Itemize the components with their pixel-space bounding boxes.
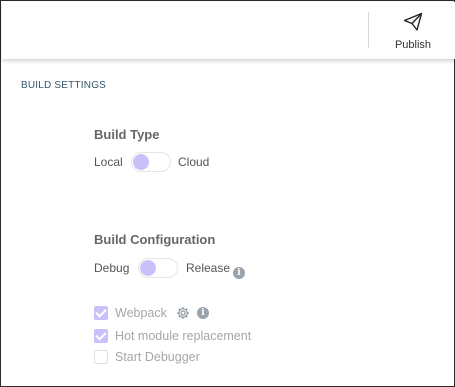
hot-module-replacement-checkbox[interactable] [94, 329, 108, 343]
build-type-switch-knob [133, 154, 149, 170]
section-title: BUILD SETTINGS [21, 80, 107, 91]
webpack-info-icon[interactable]: i [197, 307, 209, 319]
build-type-toggle-row: Local Cloud [94, 152, 224, 174]
webpack-checkbox[interactable] [94, 306, 108, 320]
paper-plane-icon [403, 12, 423, 31]
hot-module-replacement-label: Hot module replacement [115, 329, 252, 343]
start-debugger-option[interactable]: Start Debugger [94, 350, 234, 366]
webpack-settings-gear-icon[interactable] [176, 306, 190, 320]
build-configuration-title: Build Configuration [94, 232, 216, 247]
webpack-label: Webpack [115, 306, 167, 320]
build-configuration-toggle-row: Debug Release [94, 258, 254, 280]
build-type-local-label: Local [94, 155, 123, 169]
build-type-switch[interactable] [131, 152, 171, 172]
publish-button[interactable]: Publish [382, 8, 444, 54]
publish-label: Publish [394, 39, 432, 51]
build-configuration-release-label: Release [186, 261, 231, 275]
hot-module-replacement-option[interactable]: Hot module replacement [94, 329, 294, 345]
toolbar-divider [368, 12, 369, 48]
build-settings-window: Publish BUILD SETTINGS Build Type Local … [0, 0, 455, 387]
build-configuration-debug-label: Debug [94, 261, 130, 275]
build-configuration-info-icon[interactable]: i [233, 267, 245, 279]
top-toolbar: Publish [2, 2, 455, 59]
start-debugger-checkbox[interactable] [94, 350, 108, 364]
start-debugger-label: Start Debugger [115, 350, 200, 364]
build-configuration-switch-knob [140, 260, 156, 276]
build-type-cloud-label: Cloud [178, 155, 210, 169]
build-type-title: Build Type [94, 127, 160, 142]
build-configuration-switch[interactable] [138, 258, 178, 278]
